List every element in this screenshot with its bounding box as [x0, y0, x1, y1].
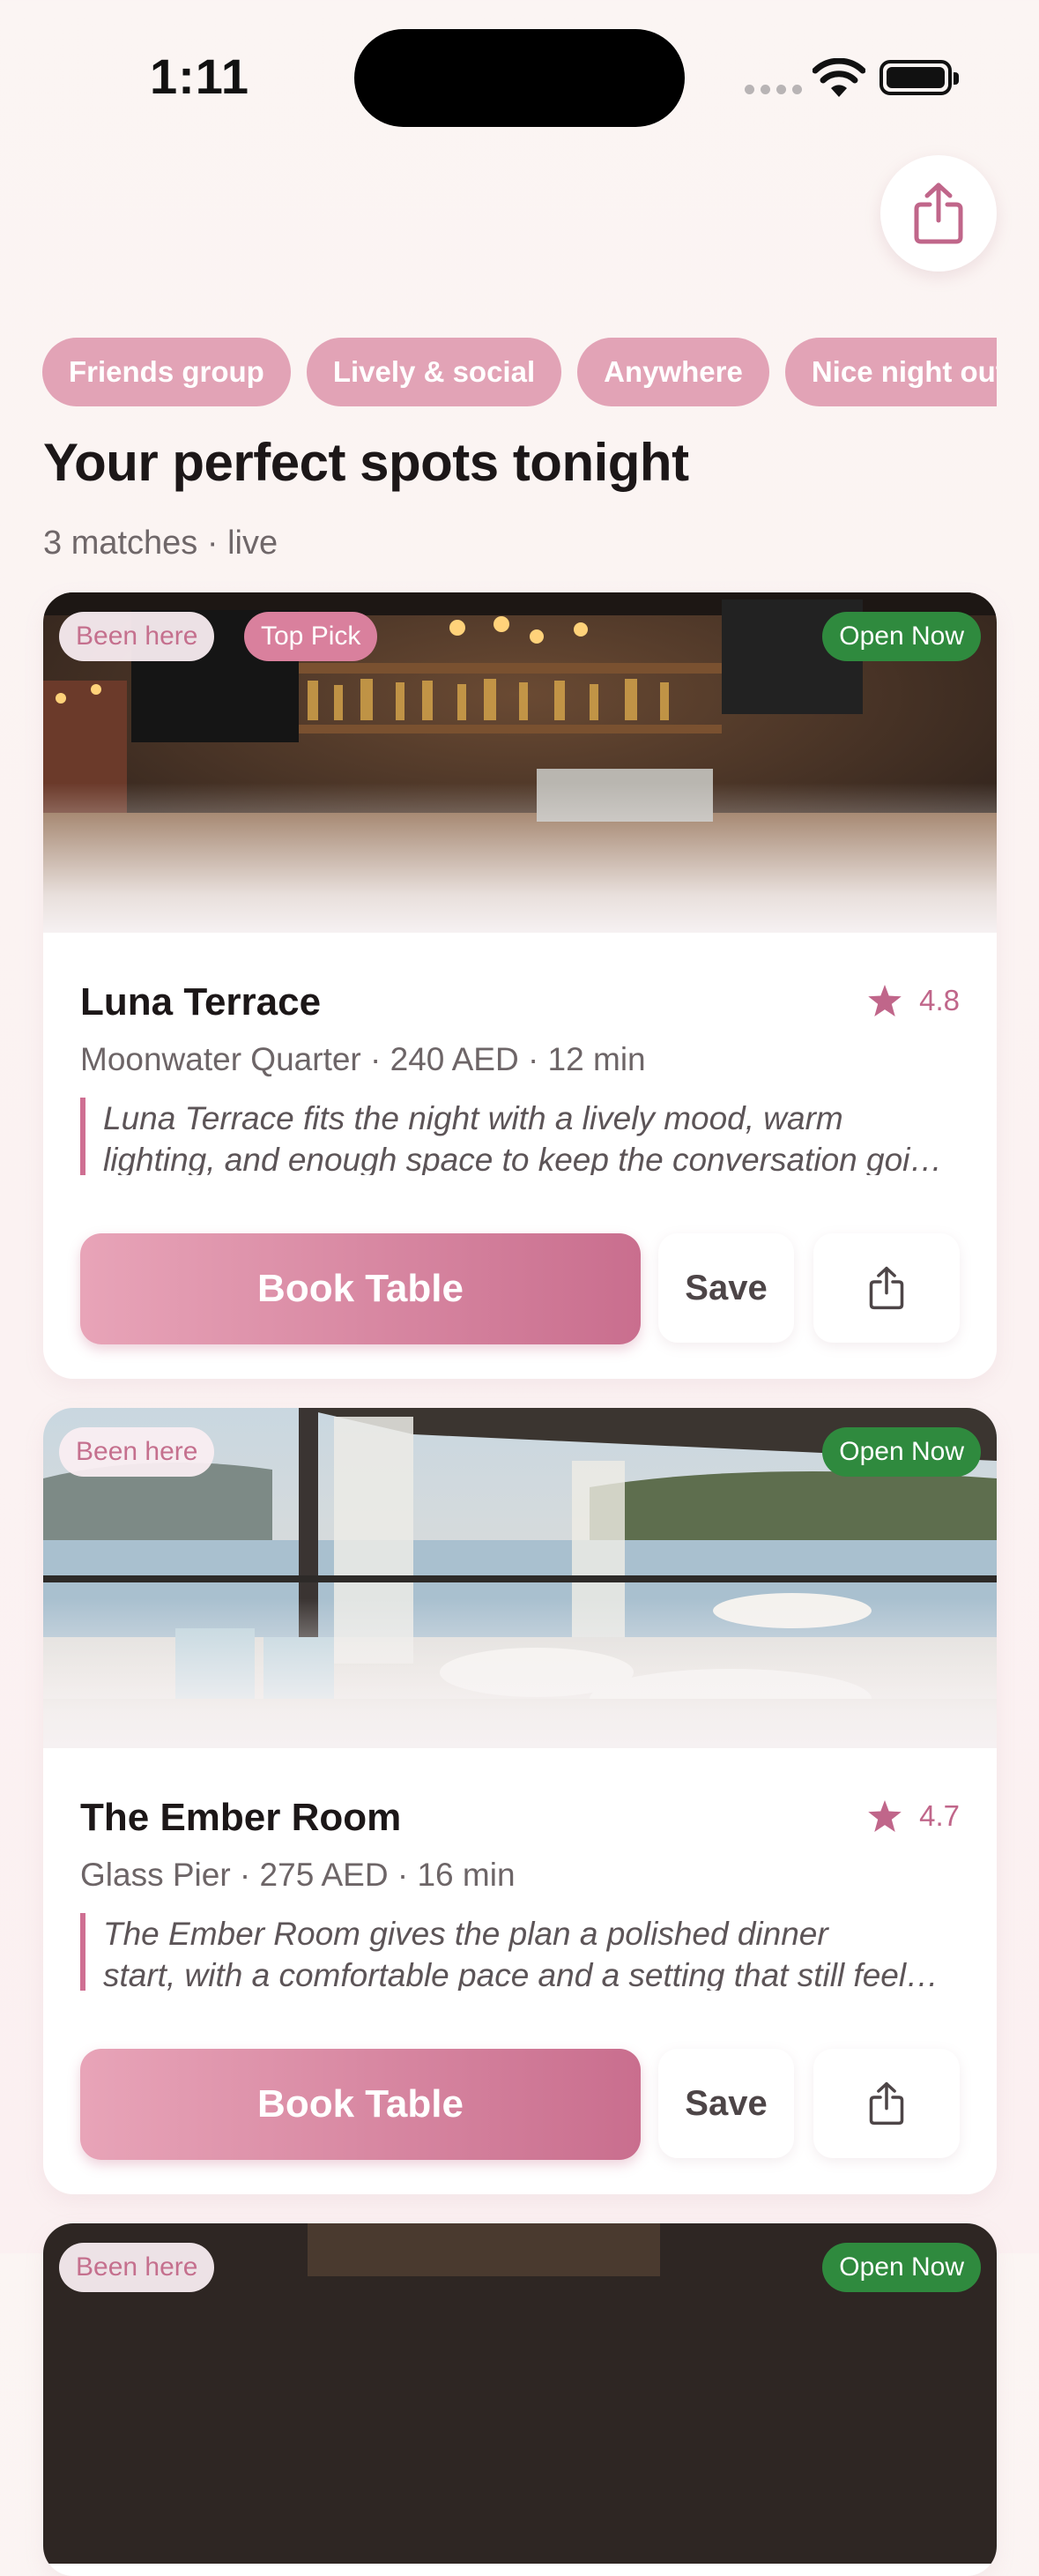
venue-rating: 4.7 [868, 1799, 960, 1833]
venue-photo: Been here Open Now [43, 1408, 997, 1748]
venue-description: Luna Terrace fits the night with a livel… [80, 1098, 953, 1175]
status-time: 1:11 [150, 48, 249, 104]
venue-meta: Glass Pier · 275 AED · 16 min [80, 1857, 516, 1893]
wifi-icon [813, 58, 865, 97]
description-line: The Ember Room gives the plan a polished… [103, 1916, 828, 1952]
save-button[interactable]: Save [658, 1233, 794, 1343]
venue-meta: Moonwater Quarter · 240 AED · 12 min [80, 1041, 646, 1077]
share-icon [869, 2081, 904, 2126]
cellular-signal-icon [745, 85, 802, 94]
book-table-button[interactable]: Book Table [80, 2049, 641, 2160]
venue-card[interactable]: Been here Open Now [43, 2223, 997, 2576]
filter-chips: Friends group Lively & social Anywhere N… [42, 338, 997, 408]
match-count: 3 matches · live [43, 525, 278, 562]
card-share-button[interactable] [813, 1233, 960, 1343]
venue-rating: 4.8 [868, 984, 960, 1017]
photo-fade [43, 1598, 997, 1748]
share-icon [914, 182, 963, 244]
star-icon [868, 985, 902, 1016]
battery-icon [879, 60, 959, 95]
description-line: start, with a comfortable pace and a set… [103, 1957, 953, 1991]
star-icon [868, 1800, 902, 1832]
open-now-badge: Open Now [822, 1427, 981, 1477]
share-icon [869, 1266, 904, 1310]
dynamic-island [354, 29, 685, 127]
top-pick-badge: Top Pick [244, 612, 378, 661]
description-line: lighting, and enough space to keep the c… [103, 1142, 953, 1175]
filter-chip[interactable]: Friends group [42, 338, 291, 406]
rating-value: 4.7 [919, 1799, 960, 1832]
rating-value: 4.8 [919, 984, 960, 1016]
page-title: Your perfect spots tonight [43, 433, 689, 492]
book-table-button[interactable]: Book Table [80, 1233, 641, 1344]
been-here-badge: Been here [59, 2243, 215, 2292]
open-now-badge: Open Now [822, 612, 981, 661]
venue-photo: Been here Open Now [43, 2223, 997, 2564]
been-here-badge: Been here [59, 1427, 215, 1477]
photo-fade [43, 783, 997, 933]
filter-chip[interactable]: Nice night out [784, 338, 997, 406]
open-now-badge: Open Now [822, 2243, 981, 2292]
been-here-badge: Been here [59, 612, 215, 661]
share-button[interactable] [880, 155, 997, 272]
venue-name: The Ember Room [80, 1796, 402, 1839]
venue-card[interactable]: Been here Open Now The Ember Room 4.7 Gl… [43, 1408, 997, 2194]
venue-photo: Been here Top Pick Open Now [43, 592, 997, 933]
card-share-button[interactable] [813, 2049, 960, 2158]
filter-chip[interactable]: Anywhere [577, 338, 769, 406]
description-line: Luna Terrace fits the night with a livel… [103, 1100, 843, 1136]
venue-name: Luna Terrace [80, 980, 322, 1024]
venue-description: The Ember Room gives the plan a polished… [80, 1913, 953, 1991]
filter-chip[interactable]: Lively & social [306, 338, 562, 406]
save-button[interactable]: Save [658, 2049, 794, 2158]
venue-card[interactable]: Been here Top Pick Open Now Luna Terrace… [43, 592, 997, 1379]
